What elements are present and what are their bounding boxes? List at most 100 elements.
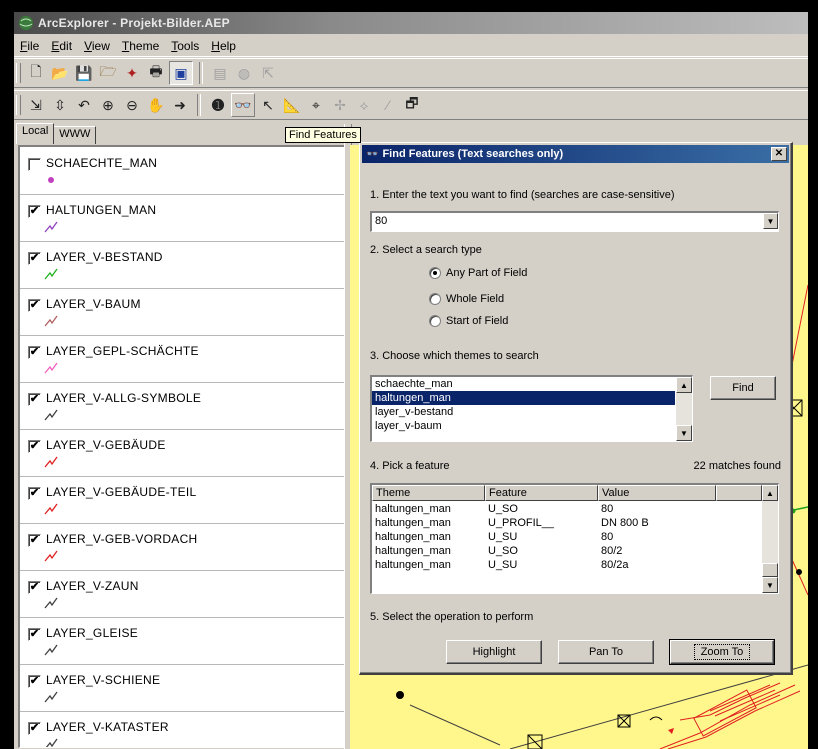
buffer-icon[interactable]: ⌖: [305, 94, 327, 116]
layer-visibility-checkbox[interactable]: ✔: [28, 205, 41, 218]
radio-label[interactable]: Start of Field: [446, 315, 508, 327]
print-icon[interactable]: 🖶: [145, 62, 167, 84]
radio-indicator[interactable]: [429, 293, 441, 305]
properties-icon[interactable]: 🗗: [401, 94, 423, 116]
new-document-icon[interactable]: 🗋: [25, 62, 47, 84]
legend-layer-item[interactable]: ✔ LAYER_V-ZAUN: [20, 570, 346, 618]
import-icon[interactable]: ✦: [121, 62, 143, 84]
highlight-button[interactable]: Highlight: [446, 640, 542, 664]
save-icon[interactable]: 💾: [73, 62, 95, 84]
spatial-query-icon[interactable]: ⟡: [353, 94, 375, 116]
radio-label[interactable]: Any Part of Field: [446, 267, 527, 279]
pan-hand-icon[interactable]: ✋: [145, 94, 167, 116]
legend-layer-item[interactable]: ✔ LAYER_V-GEBÄUDE: [20, 429, 346, 477]
layer-visibility-checkbox[interactable]: [28, 158, 41, 171]
identify-icon[interactable]: ➊: [207, 94, 229, 116]
legend-layer-item[interactable]: ✔ LAYER_V-BAUM: [20, 288, 346, 336]
layer-visibility-checkbox[interactable]: ✔: [28, 393, 41, 406]
zoom-to-label[interactable]: Zoom To: [693, 644, 751, 660]
menu-view[interactable]: View: [78, 39, 116, 53]
legend-layer-item[interactable]: ✔ LAYER_V-ALLG-SYMBOLE: [20, 382, 346, 430]
locate-icon[interactable]: ✢: [329, 94, 351, 116]
column-header-theme[interactable]: Theme: [372, 485, 485, 501]
menu-tools[interactable]: Tools: [165, 39, 205, 53]
legend-layer-item[interactable]: ✔ LAYER_V-GEB-VORDACH: [20, 523, 346, 571]
menu-edit[interactable]: Edit: [45, 39, 78, 53]
layer-visibility-checkbox[interactable]: ✔: [28, 581, 41, 594]
legend-layer-item[interactable]: ✔ LAYER_GLEISE: [20, 617, 346, 665]
menu-theme[interactable]: Theme: [116, 39, 165, 53]
chevron-down-icon[interactable]: ▼: [763, 213, 778, 229]
radio-indicator[interactable]: [429, 267, 441, 279]
measure-icon[interactable]: 📐: [281, 94, 303, 116]
copy-icon[interactable]: ▤: [209, 62, 231, 84]
radio-whole-field[interactable]: Whole Field: [429, 293, 504, 305]
find-button[interactable]: Find: [710, 376, 776, 400]
column-header-feature[interactable]: Feature: [485, 485, 598, 501]
full-extent-icon[interactable]: ➜: [169, 94, 191, 116]
open-folder-icon[interactable]: 📂: [49, 62, 71, 84]
theme-legend[interactable]: SCHAECHTE_MAN ✔ HALTUNGEN_MAN ✔ LAYER_V-BEST…: [18, 145, 347, 748]
close-icon[interactable]: ✕: [771, 147, 787, 161]
toolbar-grip[interactable]: [16, 63, 21, 83]
scroll-up-icon[interactable]: ▲: [762, 485, 778, 501]
tab-local[interactable]: Local: [16, 123, 55, 144]
export-icon[interactable]: ⇱: [257, 62, 279, 84]
pan-to-point-icon[interactable]: ⇲: [25, 94, 47, 116]
toolbar-grip[interactable]: [16, 95, 21, 115]
layer-visibility-checkbox[interactable]: ✔: [28, 534, 41, 547]
vertical-scrollbar[interactable]: ▲ ▼: [762, 485, 778, 593]
scroll-up-icon[interactable]: ▲: [676, 377, 692, 393]
select-icon[interactable]: ↖: [257, 94, 279, 116]
scroll-down-icon[interactable]: ▼: [762, 577, 778, 593]
query-icon[interactable]: ◍: [233, 62, 255, 84]
undo-icon[interactable]: ↶: [73, 94, 95, 116]
list-item[interactable]: schaechte_man: [372, 377, 675, 391]
radio-indicator[interactable]: [429, 315, 441, 327]
pan-to-button[interactable]: Pan To: [558, 640, 654, 664]
table-row[interactable]: haltungen_man U_SU 80/2a: [372, 558, 716, 572]
list-item[interactable]: layer_v-bestand: [372, 405, 675, 419]
radio-start-of-field[interactable]: Start of Field: [429, 315, 508, 327]
legend-layer-item[interactable]: SCHAECHTE_MAN: [20, 147, 346, 195]
dialog-title-bar[interactable]: 👓 Find Features (Text searches only) ✕: [362, 145, 789, 163]
scroll-down-icon[interactable]: ▼: [676, 425, 692, 441]
radio-label[interactable]: Whole Field: [446, 293, 504, 305]
tab-www[interactable]: WWW: [53, 126, 97, 144]
clear-icon[interactable]: ⁄: [377, 94, 399, 116]
layer-visibility-checkbox[interactable]: ✔: [28, 628, 41, 641]
search-text-value[interactable]: 80: [375, 215, 387, 227]
table-row[interactable]: haltungen_man U_SO 80/2: [372, 544, 716, 558]
zoom-previous-icon[interactable]: ⇳: [49, 94, 71, 116]
legend-layer-item[interactable]: ✔ LAYER_V-GEBÄUDE-TEIL: [20, 476, 346, 524]
add-theme-icon[interactable]: 🗁: [97, 62, 119, 84]
legend-layer-item[interactable]: ✔ LAYER_V-KATASTER: [20, 711, 346, 747]
zoom-to-button[interactable]: Zoom To: [669, 639, 775, 665]
layout-icon[interactable]: ▣: [169, 61, 193, 85]
legend-layer-item[interactable]: ✔ LAYER_V-SCHIENE: [20, 664, 346, 712]
scroll-thumb[interactable]: [762, 563, 778, 577]
layer-visibility-checkbox[interactable]: ✔: [28, 722, 41, 735]
layer-visibility-checkbox[interactable]: ✔: [28, 440, 41, 453]
list-item-selected[interactable]: haltungen_man: [372, 391, 675, 405]
results-grid[interactable]: Theme Feature Value haltungen_man U_SO 80 h…: [370, 483, 779, 594]
table-row[interactable]: haltungen_man U_PROFIL__ DN 800 B: [372, 516, 716, 530]
vertical-scrollbar[interactable]: ▲ ▼: [676, 377, 692, 441]
menu-help[interactable]: Help: [205, 39, 242, 53]
themes-listbox[interactable]: schaechte_man haltungen_man layer_v-best…: [370, 375, 693, 442]
search-text-combo[interactable]: 80 ▼: [370, 211, 779, 232]
table-row[interactable]: haltungen_man U_SO 80: [372, 502, 716, 516]
legend-layer-item[interactable]: ✔ LAYER_V-BESTAND: [20, 241, 346, 289]
layer-visibility-checkbox[interactable]: ✔: [28, 252, 41, 265]
layer-visibility-checkbox[interactable]: ✔: [28, 346, 41, 359]
zoom-out-icon[interactable]: ⊖: [121, 94, 143, 116]
menu-file[interactable]: File: [14, 39, 45, 53]
radio-any-part[interactable]: Any Part of Field: [429, 267, 527, 279]
zoom-in-icon[interactable]: ⊕: [97, 94, 119, 116]
list-item[interactable]: layer_v-baum: [372, 419, 675, 433]
legend-layer-item[interactable]: ✔ LAYER_GEPL-SCHÄCHTE: [20, 335, 346, 383]
table-row[interactable]: haltungen_man U_SU 80: [372, 530, 716, 544]
find-features-icon[interactable]: 👓: [231, 93, 255, 117]
legend-layer-item[interactable]: ✔ HALTUNGEN_MAN: [20, 194, 346, 242]
layer-visibility-checkbox[interactable]: ✔: [28, 487, 41, 500]
